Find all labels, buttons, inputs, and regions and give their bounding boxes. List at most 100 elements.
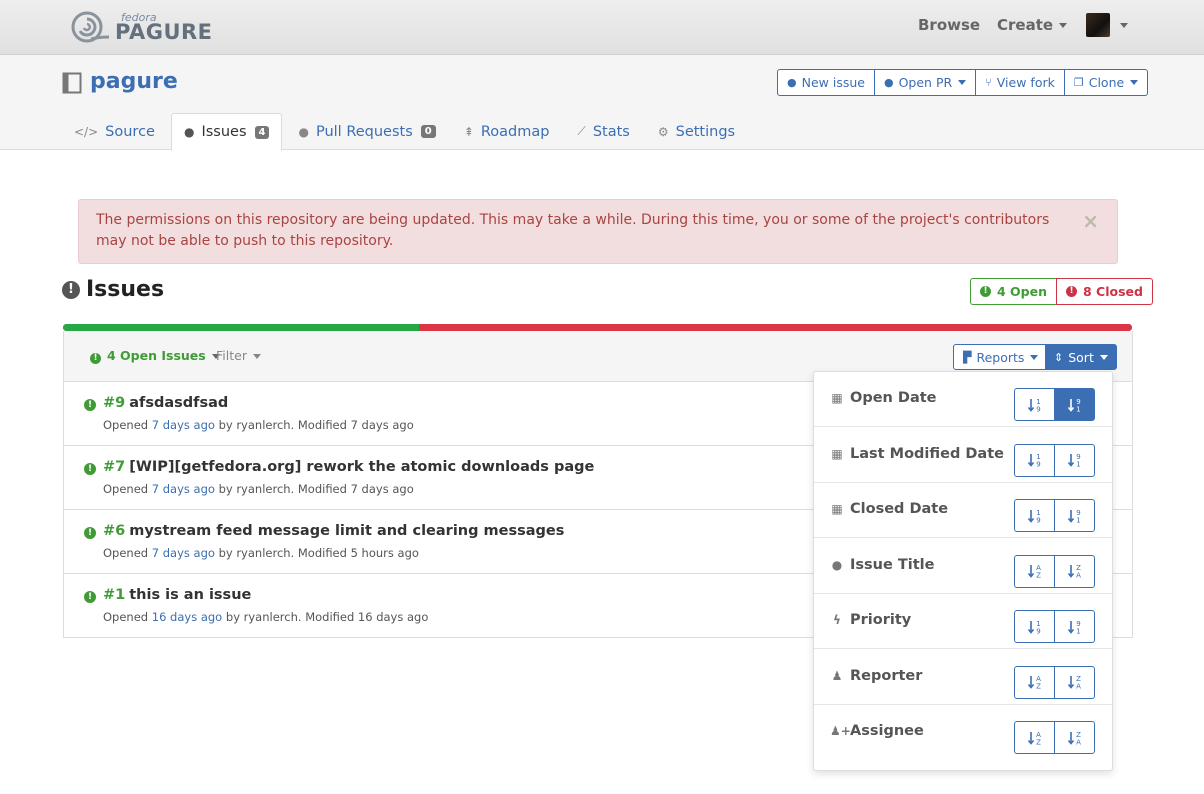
sort-asc-button[interactable]: AZ [1014,721,1055,754]
issue-title[interactable]: #7 [WIP][getfedora.org] rework the atomic… [103,459,594,475]
arrow-circle-down-icon: ● [298,124,309,139]
chevron-down-icon [1030,354,1039,360]
sort-direction-buttons: 1991 [1014,499,1095,532]
issue-title[interactable]: #6 mystream feed message limit and cleari… [103,523,564,539]
svg-text:A: A [1076,738,1081,746]
user-icon: ♟ [831,668,843,683]
issue-opened-date-link[interactable]: 7 days ago [152,546,215,560]
arrow-circle-icon: ● [883,76,894,89]
sort-direction-buttons: 1991 [1014,443,1095,477]
sort-option-assignee: ♟+Assignee A Z Z A [814,705,1112,760]
repo-actions: ● New issue ● Open PR ⑂ View fork ❐ Clone [777,69,1149,96]
issue-opened-date-link[interactable]: 7 days ago [152,418,215,432]
calendar-icon: ▦ [831,391,843,405]
svg-text:1: 1 [1076,627,1080,635]
sort-option-text: Assignee [850,723,924,739]
issue-opened-date-link[interactable]: 16 days ago [152,610,222,624]
open-issues-filter-dropdown[interactable]: ! 4 Open Issues [90,348,220,364]
new-issue-button[interactable]: ● New issue [777,69,875,96]
svg-text:9: 9 [1036,405,1040,413]
filter-dropdown[interactable]: Filter [216,348,261,363]
open-issues-filter-label: 4 Open Issues [107,348,206,363]
alert-close-button[interactable]: × [1082,211,1099,231]
exclamation-circle-icon: ! [90,353,101,364]
open-issue-icon: ! [84,399,96,411]
nav-create-label: Create [997,16,1054,34]
chevron-down-icon [1130,80,1139,85]
sort-asc-button[interactable]: 19 [1014,388,1055,421]
issue-meta: Opened 7 days ago by ryanlerch. Modified… [103,546,419,560]
open-issue-icon: ! [84,527,96,539]
chevron-down-icon [958,80,967,85]
issue-opened-date-link[interactable]: 7 days ago [152,482,215,496]
issue-opened-prefix: Opened [103,482,149,496]
sort-desc-button[interactable]: 91 [1054,610,1095,643]
sort-desc-button[interactable]: ZA [1054,665,1095,699]
repo-name[interactable]: pagure [90,69,178,94]
sort-asc-button[interactable]: 19 [1014,499,1055,532]
sort-direction-buttons: 1991 [1014,388,1095,421]
tab-issues[interactable]: ● Issues 4 [170,113,283,151]
sort-desc-button[interactable]: 91 [1054,443,1095,477]
clone-button[interactable]: ❐ Clone [1063,69,1149,96]
sort-asc-button[interactable]: 19 [1014,443,1055,477]
sort-option-reporter: ♟ Reporter A Z Z A [814,650,1112,705]
sort-direction-buttons: AZZA [1014,554,1095,588]
svg-text:Z: Z [1036,683,1041,691]
sort-direction-buttons: 1991 [1014,610,1095,643]
sort-option-text: Priority [850,612,912,628]
tab-source[interactable]: </> Source [62,113,167,150]
repo-icon [62,72,82,94]
issue-count-buttons: ! 4 Open ! 8 Closed [970,278,1153,305]
sort-desc-button[interactable]: 91 [1054,388,1095,421]
permissions-alert: The permissions on this repository are b… [78,199,1118,264]
roadmap-icon: ⇞ [463,124,474,139]
sort-alpha-asc-icon: AZ [1027,675,1041,691]
issue-author-modified: by ryanlerch. Modified 5 hours ago [218,546,419,560]
issue-opened-prefix: Opened [103,546,149,560]
issue-title[interactable]: #1 this is an issue [103,587,251,603]
tab-settings[interactable]: ⚙ Settings [646,113,747,150]
closed-issues-button[interactable]: ! 8 Closed [1056,278,1153,305]
user-menu-toggle[interactable] [1114,16,1128,34]
issue-title[interactable]: #9 afsdasdfsad [103,395,228,411]
sort-dropdown-button[interactable]: ⇕ Sort [1045,344,1117,370]
sort-option-label: ▦ Open Date [830,390,936,406]
sort-direction-buttons: AZ ZA [1014,665,1095,699]
sort-option-label: ▦ Closed Date [830,501,948,517]
exclamation-circle-icon: ● [831,557,843,572]
sort-numeric-asc-icon: 19 [1027,509,1040,524]
user-avatar[interactable] [1086,13,1110,37]
nav-browse-label: Browse [918,16,981,34]
nav-create-dropdown[interactable]: Create [997,16,1068,34]
tab-stats[interactable]: ⟋ Stats [565,113,641,150]
sort-option-closed-date: ▦ Closed Date 1 9 9 1 [814,483,1112,538]
sort-desc-button[interactable]: ZA [1054,554,1095,588]
tab-roadmap[interactable]: ⇞ Roadmap [452,113,562,150]
issue-number: #1 [103,587,126,603]
sort-desc-button[interactable]: ZA [1054,721,1095,754]
sort-numeric-desc-icon: 91 [1067,509,1080,524]
sort-desc-button[interactable]: 91 [1054,499,1095,532]
view-fork-button[interactable]: ⑂ View fork [975,69,1065,96]
sort-asc-button[interactable]: 19 [1014,610,1055,643]
sort-option-label: ● Issue Title [830,557,935,573]
tab-pull-requests[interactable]: ● Pull Requests 0 [286,113,447,150]
nav-browse[interactable]: Browse [918,16,980,34]
sort-asc-button[interactable]: AZ [1014,665,1055,699]
exclamation-circle-icon: ! [1066,286,1077,297]
sort-icon: ⇕ [1054,350,1064,364]
logo-pagure-text: PAGURE [115,20,213,44]
issue-title-text: [WIP][getfedora.org] rework the atomic d… [129,459,595,475]
alert-message: The permissions on this repository are b… [96,212,1050,249]
chevron-down-icon [1120,23,1128,28]
sort-asc-button[interactable]: AZ [1014,554,1055,588]
sort-option-label: ♟ Reporter [830,668,923,684]
open-pr-button[interactable]: ● Open PR [873,69,977,96]
pagure-logo[interactable]: fedora PAGURE [71,11,212,44]
open-issues-button[interactable]: ! 4 Open [970,278,1057,305]
open-issue-icon: ! [84,591,96,603]
reports-dropdown-button[interactable]: ▛ Reports [953,344,1049,370]
pr-count-badge: 0 [420,125,436,138]
progress-open-segment [63,324,419,331]
